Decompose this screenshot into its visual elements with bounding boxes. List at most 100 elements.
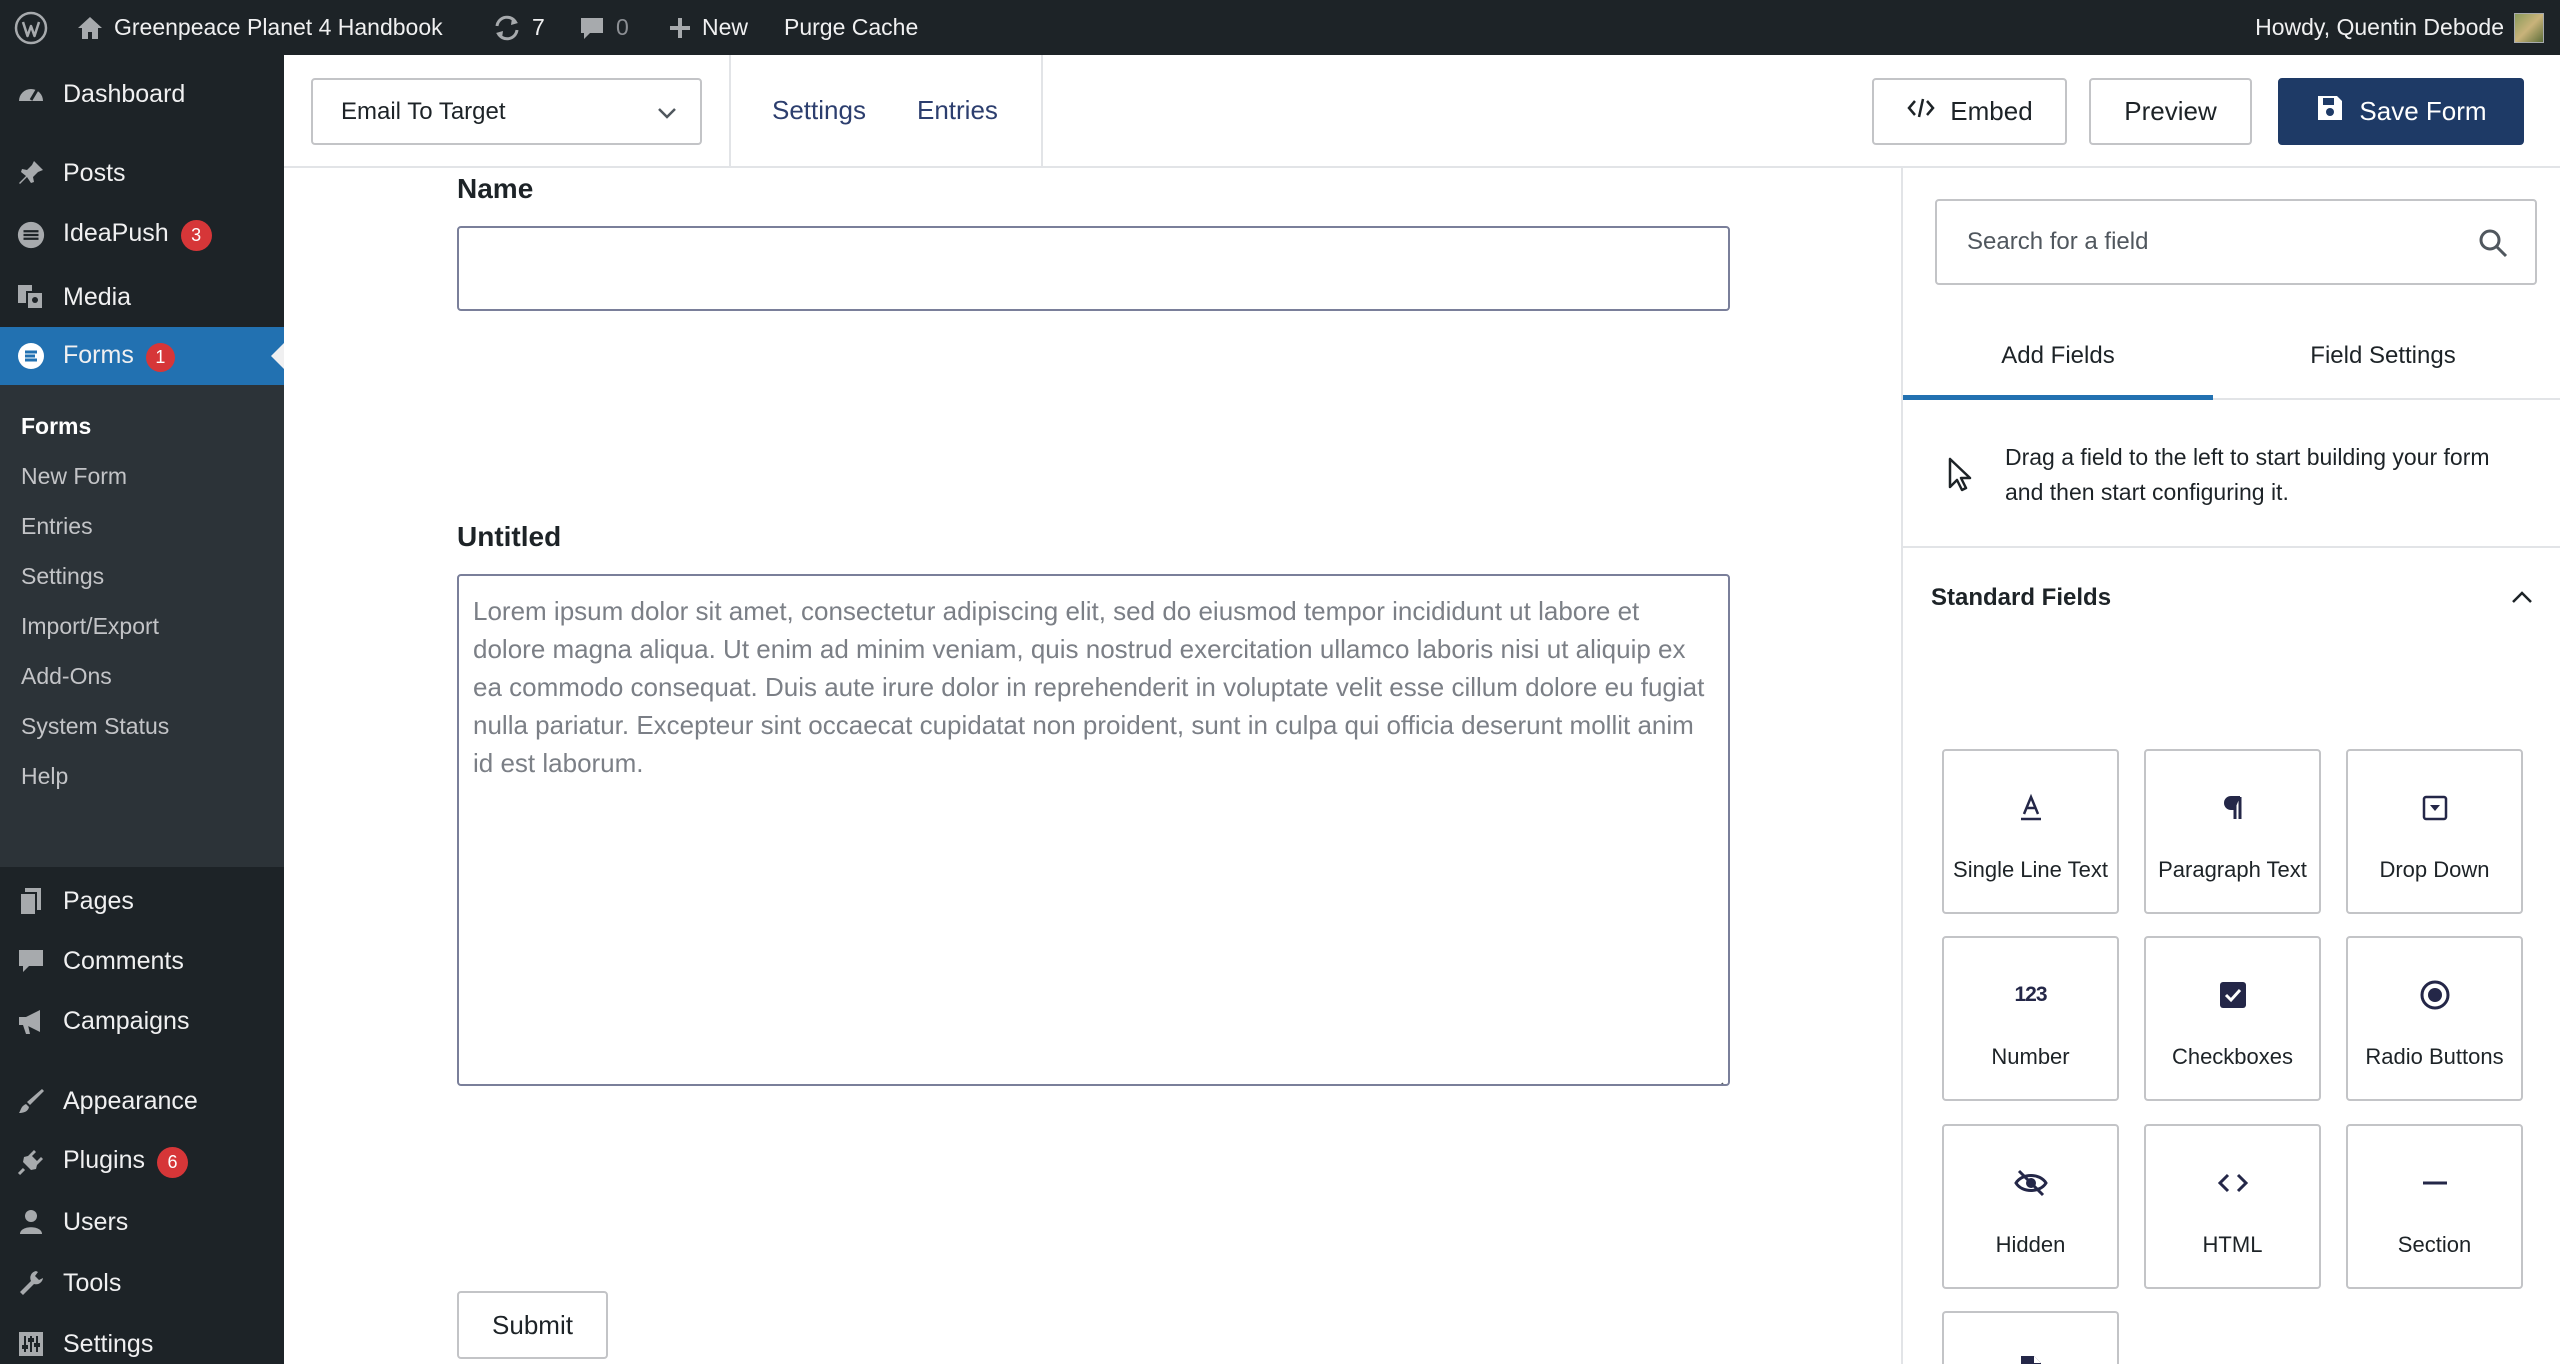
sidebar-item-forms[interactable]: Forms 1	[0, 327, 284, 385]
search-icon	[2477, 227, 2509, 266]
greeting: Howdy, Quentin Debode	[2255, 14, 2504, 40]
comments-count: 0	[616, 14, 629, 40]
refresh-icon	[492, 14, 522, 42]
preview-label: Preview	[2124, 96, 2217, 126]
submit-button[interactable]: Submit	[457, 1291, 608, 1359]
preview-button[interactable]: Preview	[2089, 78, 2252, 145]
comment-bubble-icon	[578, 15, 606, 41]
save-form-button[interactable]: Save Form	[2278, 78, 2524, 145]
brush-icon	[16, 1086, 46, 1116]
submenu-item-system-status[interactable]: System Status	[21, 713, 169, 740]
sidebar-item-label-wrap: Forms 1	[63, 341, 175, 372]
submenu-item-forms[interactable]: Forms	[21, 413, 91, 440]
sidebar-item-users[interactable]: Users	[0, 1193, 284, 1251]
cursor-arrow-icon	[1947, 456, 1973, 497]
updates-count: 7	[532, 14, 545, 40]
sidebar-item-pages[interactable]: Pages	[0, 872, 284, 930]
submenu-item-new-form[interactable]: New Form	[21, 463, 127, 490]
field-search-input[interactable]: Search for a field	[1935, 199, 2537, 285]
site-name: Greenpeace Planet 4 Handbook	[114, 14, 443, 40]
sidebar-item-label: Posts	[63, 158, 126, 187]
sidebar-item-settings[interactable]: Settings	[0, 1315, 284, 1364]
site-name-link[interactable]: Greenpeace Planet 4 Handbook	[76, 0, 443, 55]
sidebar-item-posts[interactable]: Posts	[0, 144, 284, 202]
megaphone-icon	[16, 1006, 46, 1036]
sidebar-item-appearance[interactable]: Appearance	[0, 1072, 284, 1130]
field-tile-hidden[interactable]: Hidden	[1942, 1124, 2119, 1289]
form-switcher-select[interactable]: Email To Target	[311, 78, 702, 145]
submenu-item-settings[interactable]: Settings	[21, 563, 104, 590]
avatar	[2514, 12, 2544, 43]
settings-icon	[16, 1329, 46, 1359]
account-menu[interactable]: Howdy, Quentin Debode	[2255, 0, 2544, 55]
field-tile-section[interactable]: Section	[2346, 1124, 2523, 1289]
sidebar-item-plugins[interactable]: Plugins 6	[0, 1133, 284, 1191]
submenu-item-entries[interactable]: Entries	[21, 513, 93, 540]
pilcrow-icon	[2146, 791, 2319, 825]
sidebar-item-campaigns[interactable]: Campaigns	[0, 992, 284, 1050]
chevron-down-icon	[656, 102, 678, 131]
plugin-icon	[16, 1147, 46, 1177]
sidebar-item-label-wrap: IdeaPush 3	[63, 219, 212, 251]
settings-link[interactable]: Settings	[772, 95, 866, 126]
eye-slash-icon	[1944, 1166, 2117, 1200]
field-tile-page[interactable]	[1942, 1311, 2119, 1364]
submenu-item-add-ons[interactable]: Add-Ons	[21, 663, 112, 690]
standard-fields-header[interactable]: Standard Fields	[1903, 548, 2560, 648]
submenu-item-import-export[interactable]: Import/Export	[21, 613, 159, 640]
purge-cache-link[interactable]: Purge Cache	[784, 0, 918, 55]
embed-button[interactable]: Embed	[1872, 78, 2067, 145]
ideapush-icon	[16, 220, 46, 250]
field-tile-label: Hidden	[1995, 1232, 2066, 1257]
sidebar-item-label: Forms	[63, 340, 134, 369]
pages-icon	[16, 886, 46, 916]
forms-icon	[16, 341, 46, 371]
field-tile-checkboxes[interactable]: Checkboxes	[2144, 936, 2321, 1101]
submit-label: Submit	[492, 1309, 573, 1340]
number-icon: 123	[1944, 978, 2117, 1012]
document-icon	[1944, 1353, 2117, 1364]
field-tile-paragraph-text[interactable]: Paragraph Text	[2144, 749, 2321, 914]
minus-icon	[2348, 1166, 2521, 1200]
submenu-item-help[interactable]: Help	[21, 763, 68, 790]
sidebar-item-tools[interactable]: Tools	[0, 1254, 284, 1312]
field-tile-radio-buttons[interactable]: Radio Buttons	[2346, 936, 2523, 1101]
comments-link[interactable]: 0	[578, 0, 629, 55]
field-tile-single-line-text[interactable]: Single Line Text	[1942, 749, 2119, 914]
name-input[interactable]	[457, 226, 1730, 311]
section-title: Standard Fields	[1931, 584, 2112, 611]
untitled-textarea[interactable]: Lorem ipsum dolor sit amet, consectetur …	[457, 574, 1730, 1086]
chevron-up-icon	[2510, 586, 2534, 614]
field-tile-label: Paragraph Text	[2158, 857, 2307, 882]
form-editor: Email To Target Settings Entries Embed P…	[284, 55, 2560, 1364]
field-tile-html[interactable]: HTML	[2144, 1124, 2321, 1289]
field-panel: Search for a field Add Fields Field Sett…	[1901, 168, 2560, 1364]
field-tile-label: Number	[1991, 1044, 2070, 1069]
panel-tabs: Add Fields Field Settings	[1903, 328, 2560, 400]
sidebar-item-media[interactable]: Media	[0, 268, 284, 326]
name-field-label: Name	[457, 173, 534, 204]
new-content-link[interactable]: New	[668, 0, 748, 55]
sidebar-item-ideapush[interactable]: IdeaPush 3	[0, 206, 284, 264]
field-tile-number[interactable]: 123 Number	[1942, 936, 2119, 1101]
sidebar-item-comments[interactable]: Comments	[0, 932, 284, 990]
updates-link[interactable]: 7	[492, 0, 545, 55]
field-tile-drop-down[interactable]: Drop Down	[2346, 749, 2523, 914]
comment-icon	[16, 946, 46, 976]
wordpress-logo-icon[interactable]	[14, 0, 48, 55]
field-tile-label: Drop Down	[2379, 857, 2490, 882]
sidebar-item-dashboard[interactable]: Dashboard	[0, 65, 284, 123]
resize-grip-icon[interactable]	[1710, 1066, 1724, 1084]
tab-field-settings[interactable]: Field Settings	[2228, 328, 2538, 400]
drag-hint-text: Drag a field to the left to start buildi…	[2005, 444, 2490, 505]
field-tile-label: HTML	[2202, 1232, 2263, 1257]
admin-sidebar: Dashboard Posts IdeaPush 3 Media Forms 1 F…	[0, 55, 284, 1364]
tab-add-fields[interactable]: Add Fields	[1903, 328, 2213, 400]
entries-link[interactable]: Entries	[917, 95, 998, 126]
sidebar-item-label: Users	[63, 1207, 129, 1236]
sidebar-item-label: Dashboard	[63, 79, 186, 108]
toolbar-divider	[1041, 55, 1043, 168]
checkbox-icon	[2146, 978, 2319, 1012]
active-indicator	[271, 343, 284, 369]
field-tile-label: Single Line Text	[1953, 857, 2108, 882]
